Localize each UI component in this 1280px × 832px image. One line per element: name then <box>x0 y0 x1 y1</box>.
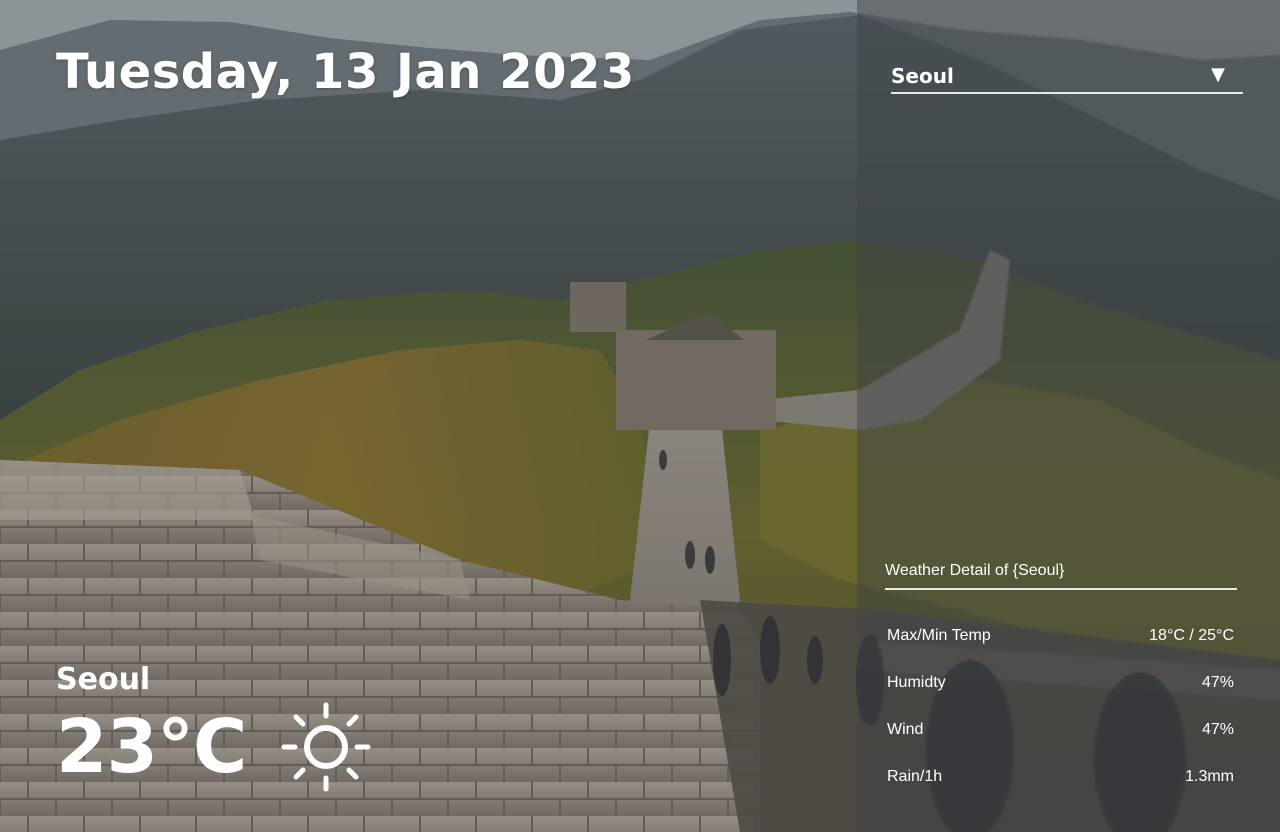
detail-label: Max/Min Temp <box>887 626 991 644</box>
current-weather: Seoul 23°C <box>56 662 372 793</box>
detail-label: Humidty <box>887 673 946 691</box>
current-city: Seoul <box>56 662 151 697</box>
weather-detail-panel: Seoul ▼ Weather Detail of {Seoul} Max/Mi… <box>857 0 1280 832</box>
detail-row-rain: Rain/1h 1.3mm <box>885 753 1237 800</box>
detail-value: 47% <box>1201 673 1234 691</box>
sun-icon <box>281 702 371 792</box>
detail-row-wind: Wind 47% <box>885 706 1237 753</box>
caret-down-icon: ▼ <box>1211 64 1225 85</box>
detail-value: 18°C / 25°C <box>1149 626 1234 644</box>
city-select-dropdown[interactable]: Seoul ▼ <box>891 62 1243 94</box>
detail-heading: Weather Detail of {Seoul} <box>885 562 1237 590</box>
detail-label: Wind <box>887 720 924 738</box>
detail-rows: Max/Min Temp 18°C / 25°C Humidty 47% Win… <box>885 612 1237 800</box>
detail-value: 1.3mm <box>1185 767 1234 785</box>
current-date: Tuesday, 13 Jan 2023 <box>56 44 635 100</box>
weather-detail: Weather Detail of {Seoul} Max/Min Temp 1… <box>885 562 1237 800</box>
detail-row-max-min-temp: Max/Min Temp 18°C / 25°C <box>885 612 1237 659</box>
detail-row-humidity: Humidty 47% <box>885 659 1237 706</box>
current-temperature: 23°C <box>56 704 247 790</box>
city-select-value: Seoul <box>891 64 954 88</box>
detail-label: Rain/1h <box>887 767 943 785</box>
temperature-row: 23°C <box>56 701 372 793</box>
detail-value: 47% <box>1201 720 1234 738</box>
